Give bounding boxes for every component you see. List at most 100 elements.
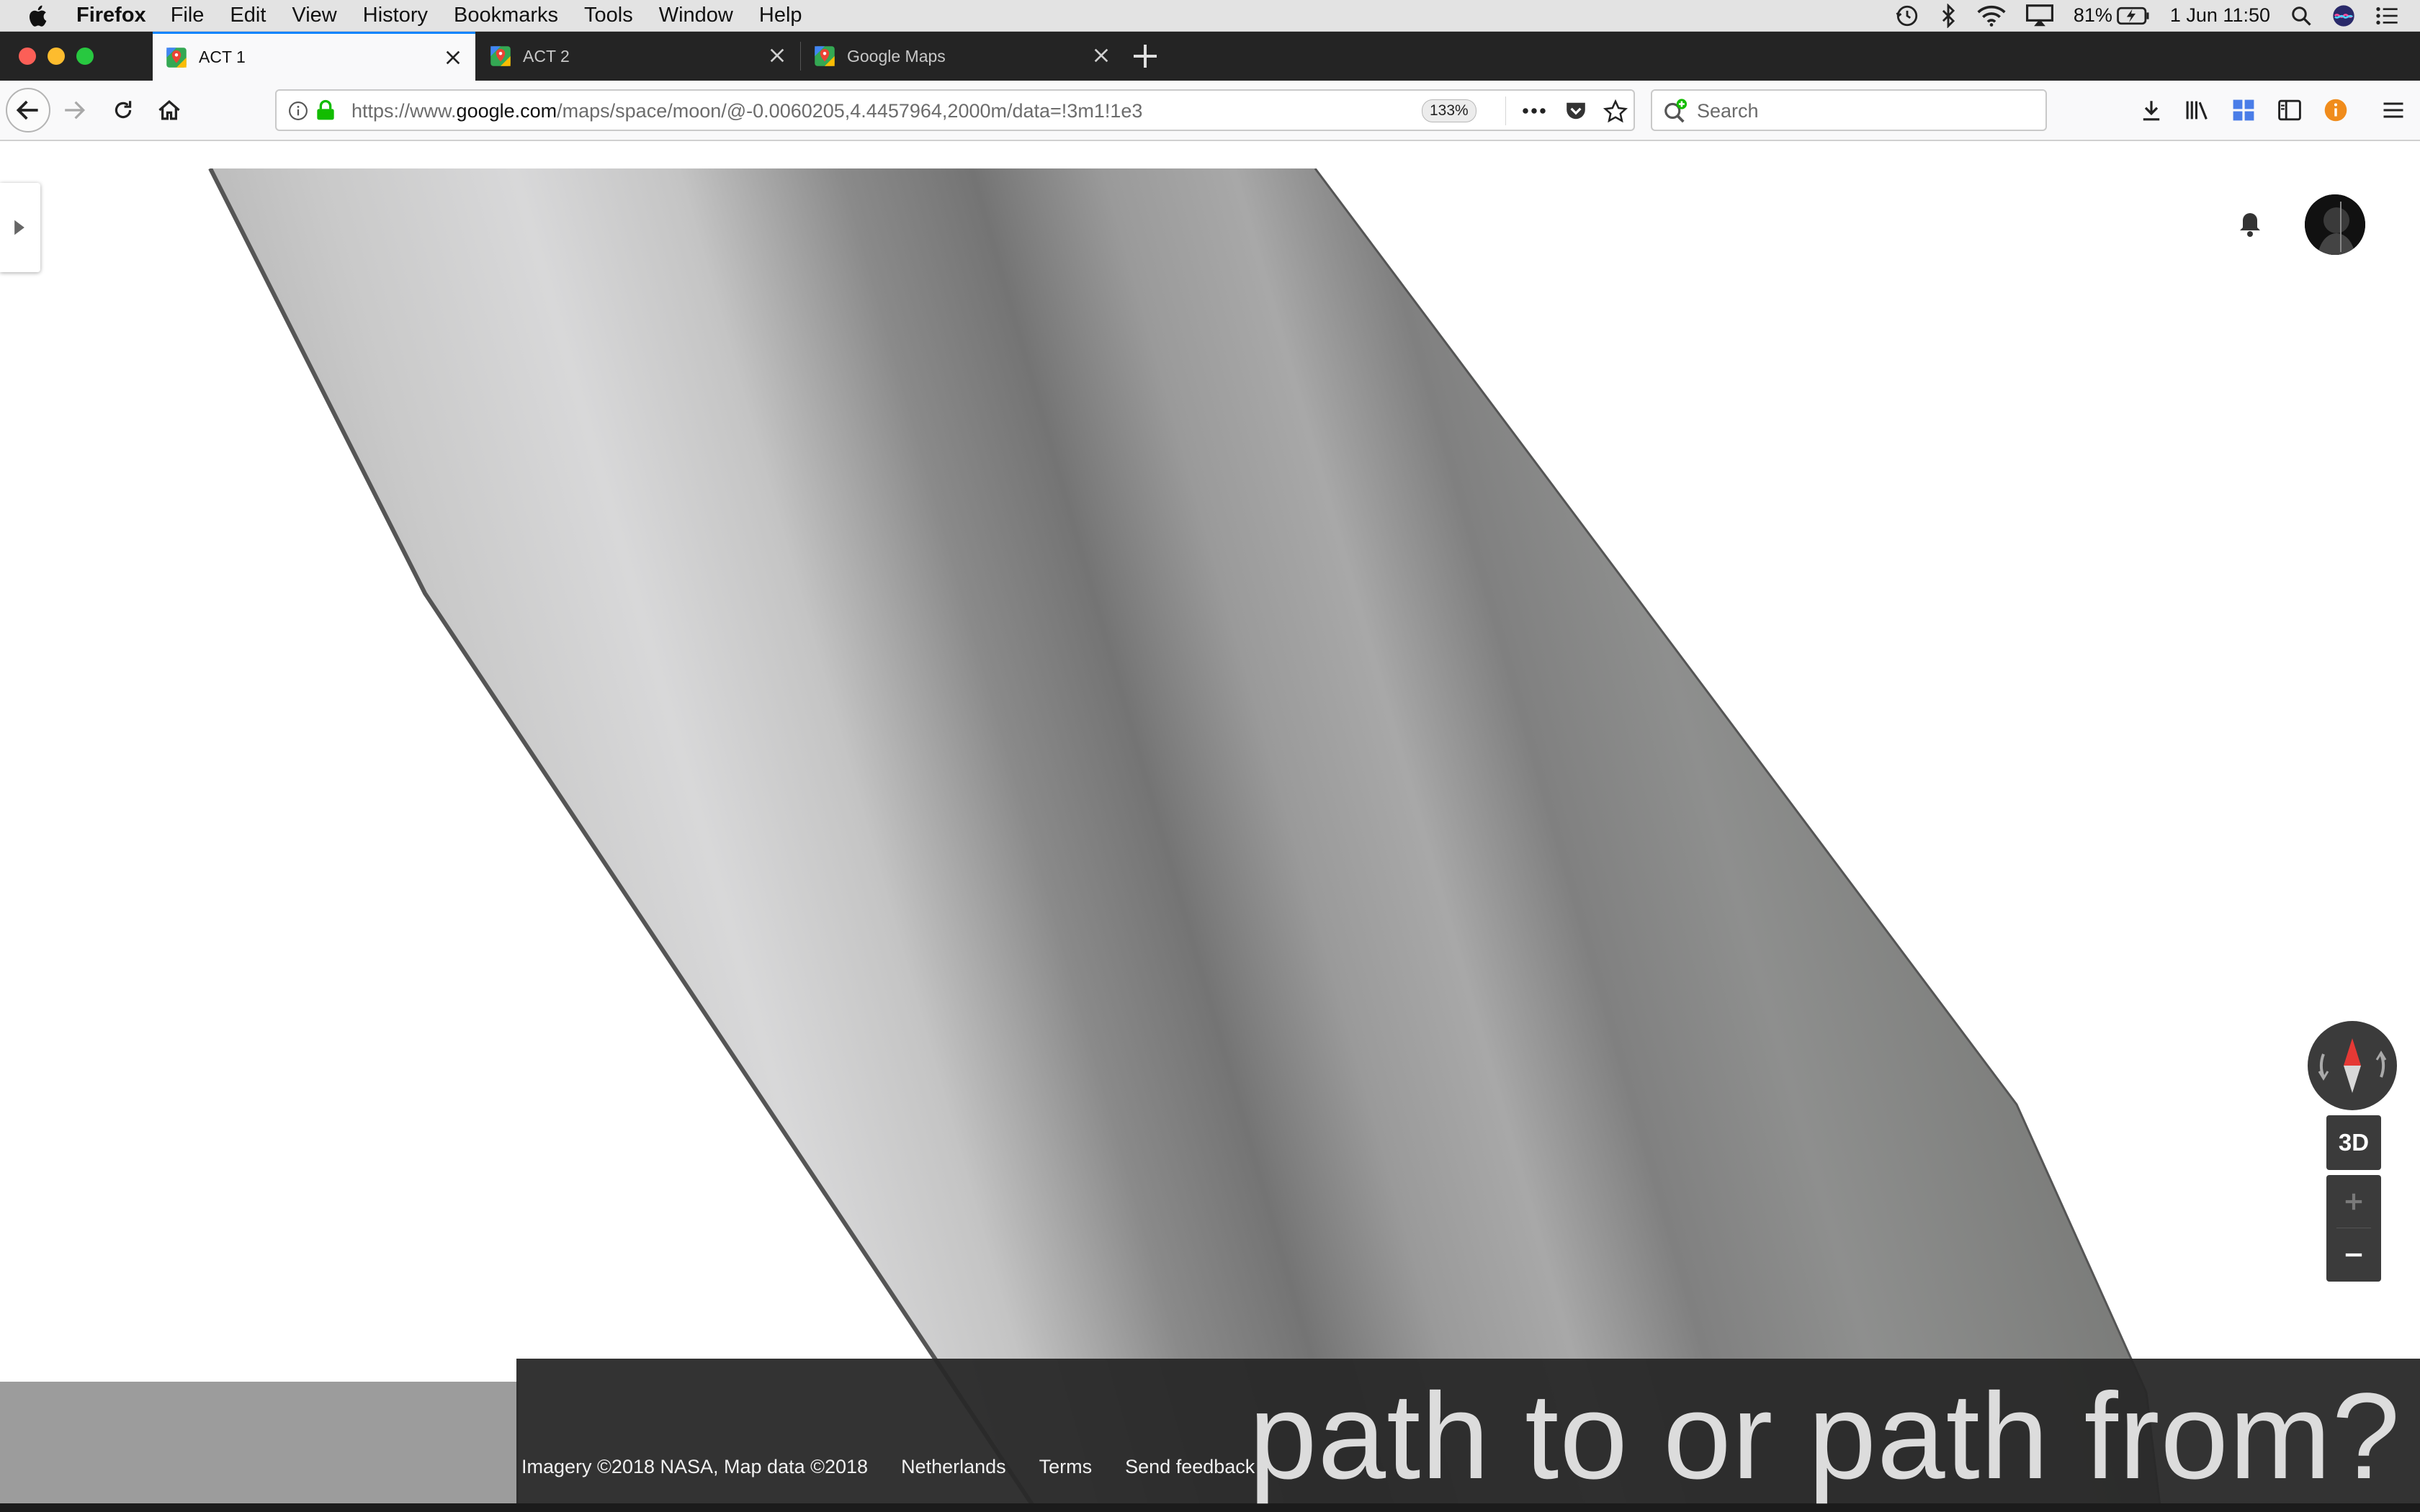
google-maps-favicon-icon [815,46,835,66]
plus-icon [1134,45,1157,68]
footer-left-panel [0,1382,519,1512]
menu-button[interactable] [2377,94,2410,127]
url-host: google.com [456,100,557,122]
account-avatar[interactable] [2305,194,2365,255]
macos-menu-bar: Firefox File Edit View History Bookmarks… [0,0,2420,32]
window-zoom-button[interactable] [76,48,94,65]
menu-app-name[interactable]: Firefox [76,4,146,27]
menu-bookmarks[interactable]: Bookmarks [454,4,558,27]
video-caption: path to or path from? [1249,1368,2401,1505]
home-icon [158,99,180,120]
wifi-icon[interactable] [1977,4,2006,27]
tab-act-2[interactable]: ACT 2 [477,32,799,81]
tab-act-1[interactable]: ACT 1 [153,32,475,81]
back-button[interactable] [6,88,50,132]
terms-link[interactable]: Terms [1039,1456,1093,1478]
region-link[interactable]: Netherlands [901,1456,1006,1478]
avatar-image [2305,194,2365,255]
apple-icon[interactable] [26,3,52,29]
tab-label: Google Maps [847,46,946,66]
zoom-level-badge[interactable]: 133% [1422,99,1476,122]
toggle-3d-button[interactable]: 3D [2326,1115,2381,1170]
compass-icon [2318,1038,2387,1093]
notification-center-icon[interactable] [2375,6,2398,26]
tab-label: ACT 2 [523,46,570,66]
reload-icon [115,101,132,119]
caret-right-icon [14,220,24,235]
reload-button[interactable] [107,94,140,127]
map-canvas[interactable]: 3D [0,168,2420,1512]
url-prefix: https://www. [351,100,457,122]
menu-tools[interactable]: Tools [584,4,633,27]
url-path: /maps/space/moon/@-0.0060205,4.4457964,2… [557,100,1143,122]
menu-view[interactable]: View [292,4,336,27]
map-footer: Imagery ©2018 NASA, Map data ©2018 Nethe… [521,1456,1288,1478]
menu-history[interactable]: History [363,4,428,27]
pocket-icon[interactable] [1564,100,1587,122]
forward-button[interactable] [58,94,91,127]
navigation-toolbar: https://www.google.com/maps/space/moon/@… [0,81,2420,141]
plus-icon [2345,1193,2362,1210]
zoom-controls [2326,1175,2381,1282]
window-close-button[interactable] [19,48,36,65]
side-panel-expand-button[interactable] [0,183,40,272]
google-maps-favicon-icon [166,47,187,68]
menu-help[interactable]: Help [759,4,802,27]
extension-info-button[interactable] [2319,94,2352,127]
arrow-right-icon [65,101,86,120]
close-tab-icon[interactable] [1090,45,1112,66]
google-maps-favicon-icon [490,46,511,66]
moon-surface-terrain[interactable] [0,168,2420,1512]
close-tab-icon[interactable] [766,45,788,66]
menu-file[interactable]: File [171,4,205,27]
battery-percent: 81% [2073,4,2112,26]
hamburger-menu-icon [2383,102,2403,118]
menu-edit[interactable]: Edit [230,4,266,27]
battery-charging-icon[interactable] [2117,6,2150,25]
tab-label: ACT 1 [199,48,246,66]
info-badge-icon [2324,99,2347,122]
library-button[interactable] [2181,94,2214,127]
time-machine-icon[interactable] [1895,4,1919,28]
notifications-button[interactable] [2233,207,2267,242]
bookmark-star-icon[interactable] [1603,99,1628,124]
imagery-attribution: Imagery ©2018 NASA, Map data ©2018 [521,1456,869,1477]
spotlight-search-icon[interactable] [2290,5,2312,27]
zoom-in-button[interactable] [2326,1175,2381,1228]
tab-google-maps[interactable]: Google Maps [801,32,1124,81]
airplay-icon[interactable] [2025,4,2053,27]
info-icon[interactable] [288,101,308,121]
siri-icon[interactable] [2332,4,2355,27]
search-input[interactable] [1695,96,2037,125]
minus-icon [2345,1253,2362,1257]
grid-extension-icon [2233,99,2254,121]
home-button[interactable] [153,94,186,127]
url-bar[interactable]: https://www.google.com/maps/space/moon/@… [275,89,1635,131]
sidebar-toggle-button[interactable] [2273,94,2306,127]
close-tab-icon[interactable] [442,47,464,68]
zoom-out-button[interactable] [2326,1228,2381,1282]
downloads-button[interactable] [2135,94,2168,127]
new-tab-button[interactable] [1131,42,1160,71]
menu-window[interactable]: Window [659,4,733,27]
urlbar-divider [1505,96,1506,125]
lock-icon[interactable] [315,99,336,121]
url-text[interactable]: https://www.google.com/maps/space/moon/@… [351,100,1142,122]
library-icon [2186,101,2208,120]
menubar-status-area: 81% 1 Jun 11:50 [1875,0,2398,31]
page-actions-more-icon[interactable] [1521,104,1547,118]
bluetooth-icon[interactable] [1940,3,1957,28]
search-engine-icon[interactable] [1662,98,1690,124]
compass-control[interactable] [2308,1021,2397,1110]
tab-strip: ACT 1 ACT 2 Google Maps [0,32,2420,81]
extension-button[interactable] [2227,94,2260,127]
arrow-left-icon [16,100,38,120]
window-minimize-button[interactable] [48,48,65,65]
send-feedback-link[interactable]: Send feedback [1125,1456,1255,1478]
sidebar-icon [2278,99,2301,121]
search-bar[interactable] [1651,89,2047,131]
bell-icon [2240,213,2260,237]
terrain-ridge-surface [209,168,2161,1512]
download-icon [2143,101,2160,121]
menubar-clock[interactable]: 1 Jun 11:50 [2170,4,2270,27]
